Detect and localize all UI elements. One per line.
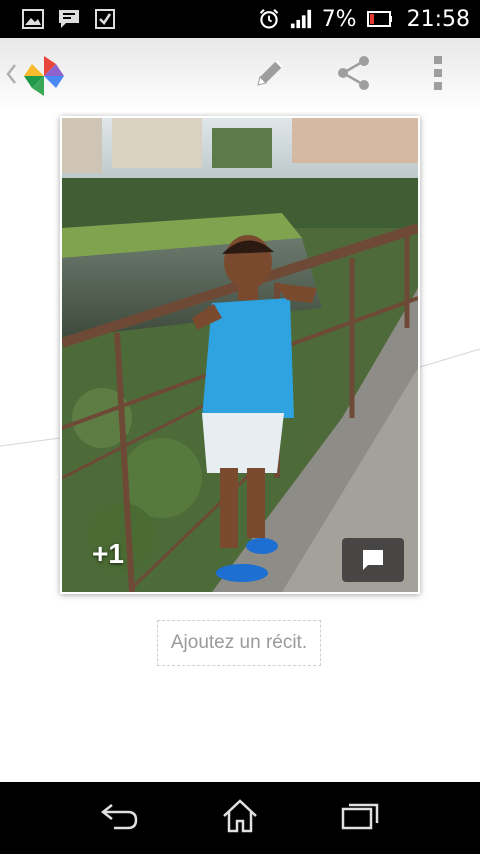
plus-one-button[interactable]: +1 (92, 538, 124, 570)
overflow-menu-button[interactable] (414, 52, 462, 98)
gallery-icon (22, 8, 44, 30)
battery-low-icon (366, 8, 393, 30)
signal-icon (290, 8, 312, 30)
edit-button[interactable] (246, 52, 294, 98)
system-status: 7% 21:58 (258, 0, 470, 38)
photo-detail-content: +1 Ajoutez un récit. (0, 112, 480, 782)
notification-icons (22, 8, 116, 30)
clock: 21:58 (406, 6, 470, 32)
chat-notification-icon (58, 8, 80, 30)
comment-icon (362, 549, 384, 571)
checkbox-icon (94, 8, 116, 30)
share-button[interactable] (330, 52, 378, 98)
overflow-menu-icon (432, 55, 444, 96)
battery-percent: 7% (321, 6, 357, 32)
back-icon (100, 801, 140, 836)
chevron-left-icon[interactable] (4, 62, 18, 86)
back-button[interactable] (90, 794, 150, 842)
recents-button[interactable] (330, 794, 390, 842)
home-icon (220, 798, 260, 839)
action-bar (0, 38, 480, 112)
home-button[interactable] (210, 794, 270, 842)
edit-pencil-icon (252, 55, 288, 96)
recents-icon (340, 801, 380, 836)
comment-button[interactable] (342, 538, 404, 582)
navigation-bar (0, 782, 480, 854)
caption-input[interactable]: Ajoutez un récit. (157, 620, 321, 666)
photo-boy-on-bridge[interactable]: +1 (62, 118, 418, 592)
alarm-clock-icon (258, 8, 280, 30)
status-bar: 7% 21:58 (0, 0, 480, 38)
share-icon (335, 54, 373, 97)
photos-pinwheel-icon[interactable] (20, 52, 68, 100)
photo-card[interactable]: +1 (60, 116, 420, 594)
